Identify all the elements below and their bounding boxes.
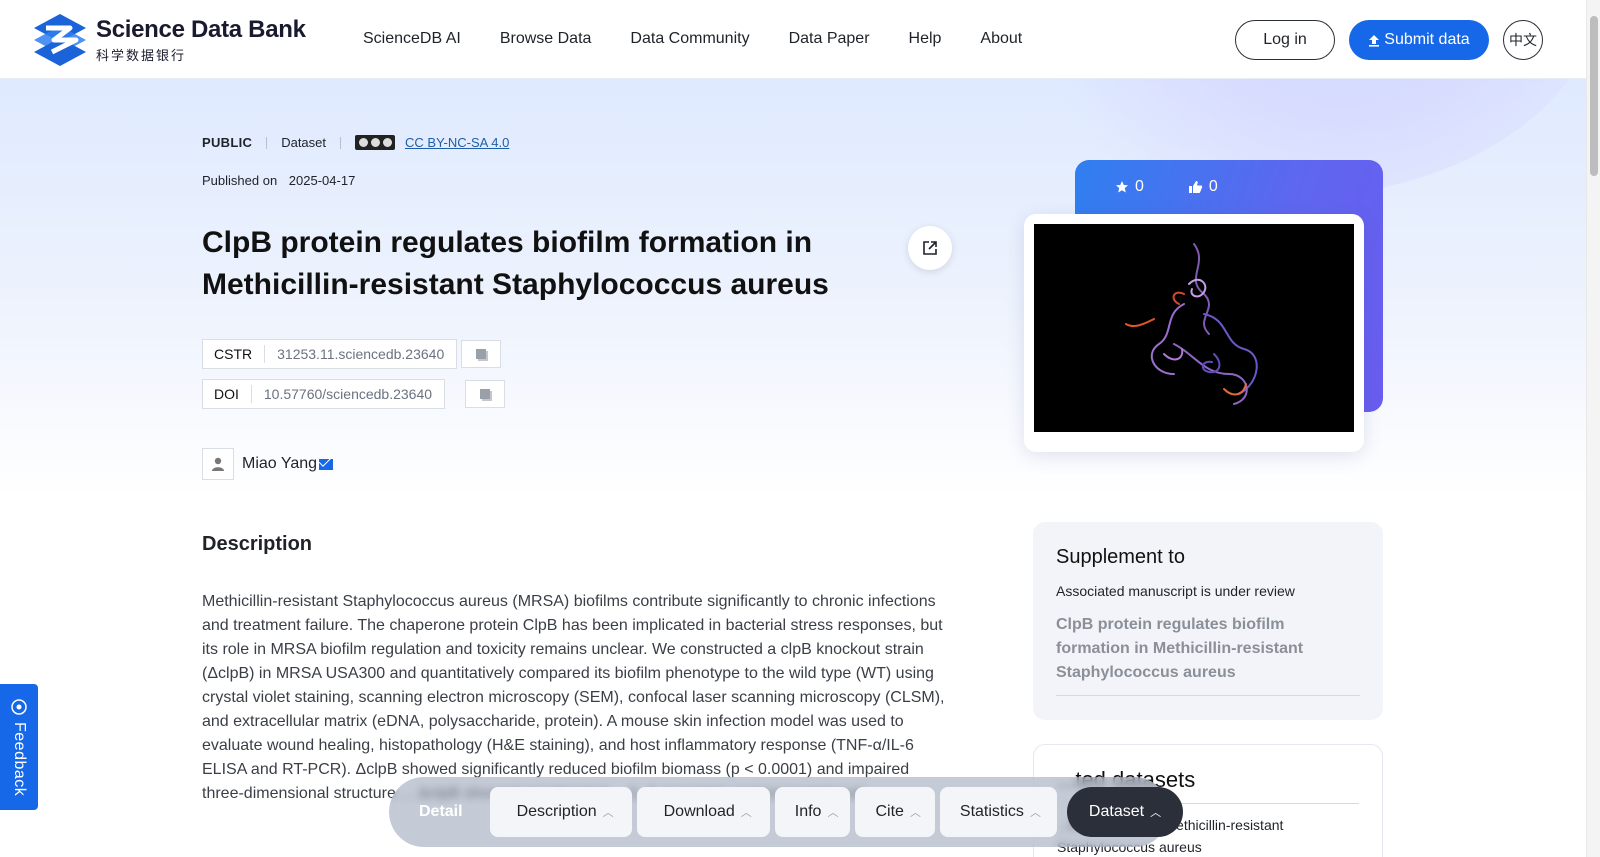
chevron-up-icon: ︿ xyxy=(740,807,752,819)
supplement-heading: Supplement to xyxy=(1056,546,1185,568)
main-nav: ScienceDB AI Browse Data Data Community … xyxy=(363,30,1022,48)
chevron-up-icon: ︿ xyxy=(1150,807,1162,819)
published-value: 2025-04-17 xyxy=(288,173,356,188)
mail-icon[interactable] xyxy=(319,458,334,470)
favorite-count[interactable]: 0 xyxy=(1115,178,1144,196)
star-icon xyxy=(1116,181,1128,193)
copy-doi-button[interactable] xyxy=(465,380,505,408)
author: Miao Yang xyxy=(202,448,334,480)
nav-about[interactable]: About xyxy=(980,30,1022,48)
cstr-key: CSTR xyxy=(203,345,266,363)
type-label: Dataset xyxy=(281,135,327,150)
protein-structure-image xyxy=(1034,224,1354,432)
upload-icon xyxy=(1369,34,1380,47)
chevron-up-icon: ︿ xyxy=(909,807,921,819)
description-text: Methicillin-resistant Staphylococcus aur… xyxy=(202,593,945,802)
tab-description[interactable]: Description ︿ xyxy=(489,787,632,837)
language-toggle[interactable]: 中文 xyxy=(1503,20,1543,60)
submit-data-button[interactable]: Submit data xyxy=(1349,20,1489,60)
feedback-tab[interactable]: Feedback xyxy=(0,684,38,810)
cstr-box: CSTR 31253.11.sciencedb.23640 xyxy=(202,339,458,369)
doi-box: DOI 10.57760/sciencedb.23640 xyxy=(202,379,446,409)
dataset-title: ClpB protein regulates biofilm formation… xyxy=(202,226,829,301)
nav-browse-data[interactable]: Browse Data xyxy=(500,30,592,48)
chevron-up-icon: ︿ xyxy=(602,807,614,819)
page-scrollbar[interactable] xyxy=(1586,0,1600,857)
tab-dataset[interactable]: Dataset ︿ xyxy=(1066,787,1184,837)
feedback-label: Feedback xyxy=(11,722,28,797)
logo-icon xyxy=(32,12,88,68)
published-date: Published on 2025-04-17 xyxy=(202,173,355,188)
supplement-reference[interactable]: ClpB protein regulates biofilm formation… xyxy=(1056,613,1360,696)
copy-icon xyxy=(480,389,490,399)
doi-value: 10.57760/sciencedb.23640 xyxy=(263,386,433,402)
tab-cite[interactable]: Cite ︿ xyxy=(855,787,935,837)
copy-cstr-button[interactable] xyxy=(461,340,501,368)
dataset-image-card[interactable] xyxy=(1024,214,1364,452)
site-header: Science Data Bank 科学数据银行 ScienceDB AI Br… xyxy=(0,0,1586,79)
tab-info[interactable]: Info ︿ xyxy=(774,787,851,837)
description-heading: Description xyxy=(202,533,313,555)
login-button[interactable]: Log in xyxy=(1235,20,1335,60)
submit-data-label: Submit data xyxy=(1384,31,1470,48)
tab-statistics[interactable]: Statistics ︿ xyxy=(939,787,1057,837)
site-logo[interactable]: Science Data Bank 科学数据银行 xyxy=(32,12,306,68)
published-label: Published on xyxy=(202,173,278,188)
chevron-up-icon: ︿ xyxy=(827,807,839,819)
user-icon xyxy=(202,448,234,480)
nav-data-paper[interactable]: Data Paper xyxy=(789,30,870,48)
license-link[interactable]: CC BY-NC-SA 4.0 xyxy=(405,135,509,150)
copy-icon xyxy=(476,349,486,359)
visibility-label: PUBLIC xyxy=(202,135,253,150)
thumbs-up-icon xyxy=(1188,181,1203,193)
supplement-note: Associated manuscript is under review xyxy=(1056,583,1295,599)
supplement-panel: Supplement to Associated manuscript is u… xyxy=(1033,522,1383,720)
brand-name-cn: 科学数据银行 xyxy=(96,48,187,63)
cc-license-icon xyxy=(355,135,396,150)
feedback-icon xyxy=(11,699,27,715)
nav-data-community[interactable]: Data Community xyxy=(630,30,749,48)
chevron-up-icon: ︿ xyxy=(1029,807,1041,819)
nav-sciencedb-ai[interactable]: ScienceDB AI xyxy=(363,30,461,48)
tab-download[interactable]: Download ︿ xyxy=(636,787,770,837)
divider xyxy=(266,136,268,149)
author-name[interactable]: Miao Yang xyxy=(242,455,317,473)
detail-nav-bar: Detail Description ︿ Download ︿ Info ︿ Cite… xyxy=(389,777,1184,847)
share-button[interactable] xyxy=(908,226,952,270)
dataset-meta: PUBLIC Dataset CC BY-NC-SA 4.0 xyxy=(202,135,509,150)
doi-key: DOI xyxy=(203,385,252,403)
cstr-value: 31253.11.sciencedb.23640 xyxy=(277,346,445,362)
divider xyxy=(340,136,342,149)
scrollbar-thumb[interactable] xyxy=(1590,16,1598,176)
external-link-icon xyxy=(923,241,937,255)
stats-row: 0 0 xyxy=(1115,178,1218,196)
nav-help[interactable]: Help xyxy=(909,30,942,48)
brand-name: Science Data Bank xyxy=(96,16,306,43)
like-count[interactable]: 0 xyxy=(1188,178,1218,196)
detail-label: Detail xyxy=(419,803,463,820)
